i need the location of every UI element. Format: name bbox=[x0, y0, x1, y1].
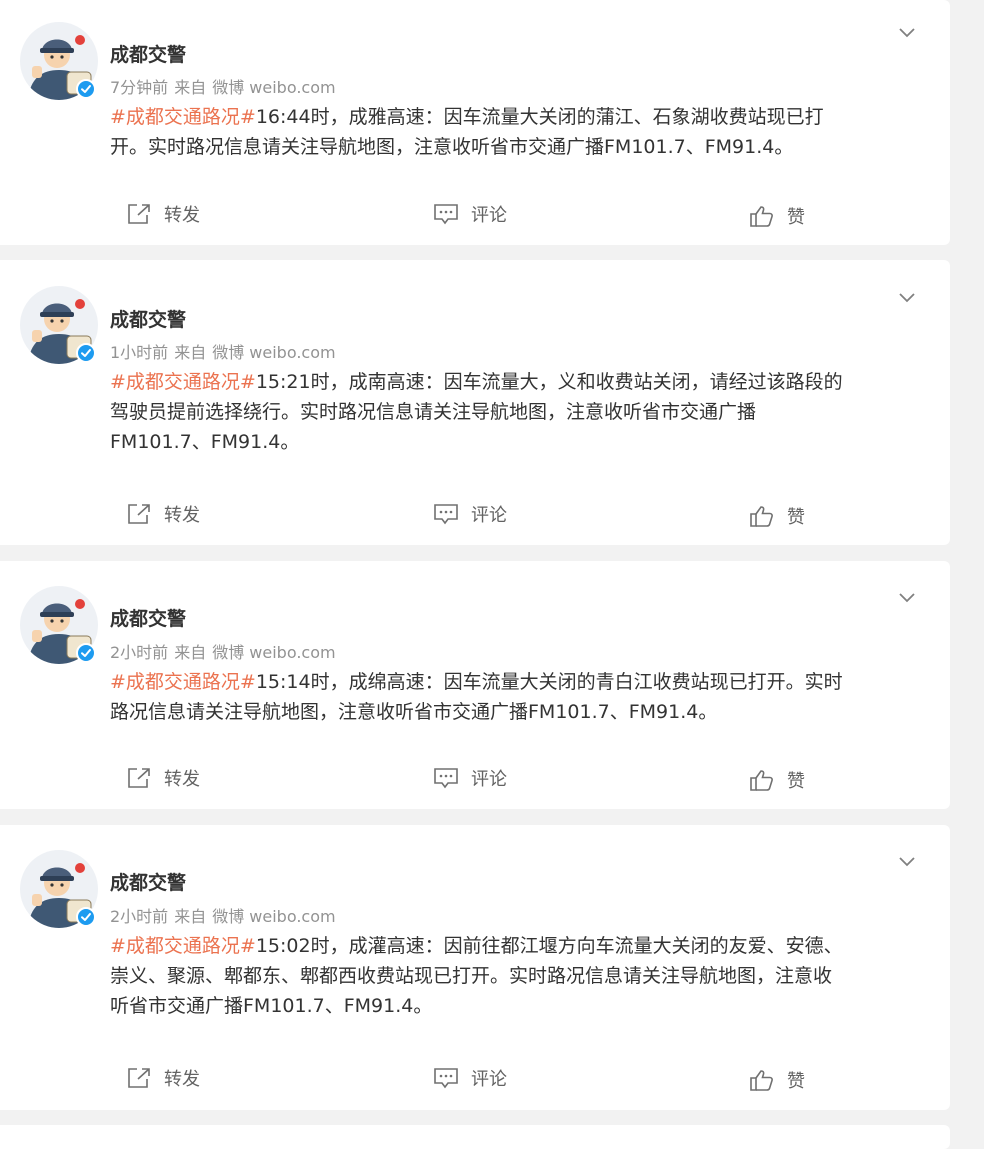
repost-label: 转发 bbox=[164, 1069, 200, 1090]
text-line: 驾驶员提前选择绕行。实时路况信息请关注导航地图，注意收听省市交通广播 bbox=[110, 401, 757, 423]
like-label: 赞 bbox=[787, 771, 805, 792]
repost-label: 转发 bbox=[164, 205, 200, 226]
text-line: 路况信息请关注导航地图，注意收听省市交通广播FM101.7、FM91.4。 bbox=[110, 701, 718, 723]
repost-icon bbox=[128, 768, 150, 788]
comment-icon bbox=[434, 768, 458, 789]
repost-label: 转发 bbox=[164, 505, 200, 526]
author-name[interactable]: 成都交警 bbox=[110, 305, 186, 332]
hashtag-link[interactable]: #成都交通路况# bbox=[110, 671, 256, 693]
post-time[interactable]: 7分钟前 bbox=[110, 78, 168, 97]
hashtag-link[interactable]: #成都交通路况# bbox=[110, 935, 256, 957]
post-meta: 2小时前 来自 微博 weibo.com bbox=[110, 639, 336, 663]
comment-label: 评论 bbox=[471, 1069, 507, 1090]
comment-button[interactable]: 评论 bbox=[433, 1066, 507, 1090]
text-line: 听省市交通广播FM101.7、FM91.4。 bbox=[110, 995, 433, 1017]
post-card: 成都交警 1小时前 来自 微博 weibo.com #成都交通路况#15:21时，成… bbox=[0, 260, 950, 545]
post-time[interactable]: 2小时前 bbox=[110, 907, 168, 926]
text-segment: 15:14时，成绵高速：因车流量大关闭的青白江收费站现已打开。实时 bbox=[255, 671, 843, 693]
repost-icon bbox=[128, 504, 150, 524]
post-card: 成都交警 2小时前 来自 微博 weibo.com #成都交通路况#15:02时，成… bbox=[0, 825, 950, 1110]
comment-icon bbox=[434, 1068, 458, 1089]
text-segment: 15:21时，成南高速：因车流量大，义和收费站关闭，请经过该路段的 bbox=[255, 371, 843, 393]
thumbs-up-icon bbox=[750, 206, 773, 227]
chevron-down-icon[interactable] bbox=[897, 25, 917, 39]
comment-button[interactable]: 评论 bbox=[433, 202, 507, 226]
verified-badge-icon bbox=[76, 79, 96, 99]
source-prefix: 来自 bbox=[174, 907, 207, 926]
thumbs-up-icon bbox=[750, 770, 773, 791]
comment-label: 评论 bbox=[471, 205, 507, 226]
post-source[interactable]: 微博 weibo.com bbox=[212, 78, 335, 97]
comment-icon bbox=[434, 204, 458, 225]
repost-button[interactable]: 转发 bbox=[126, 766, 200, 790]
repost-icon bbox=[128, 1068, 150, 1088]
post-card-partial bbox=[0, 1125, 950, 1149]
post-meta: 2小时前 来自 微博 weibo.com bbox=[110, 903, 336, 927]
like-button[interactable]: 赞 bbox=[749, 768, 805, 792]
like-label: 赞 bbox=[787, 207, 805, 228]
text-line: #成都交通路况#16:44时，成雅高速：因车流量大关闭的蒲江、石象湖收费站现已打 bbox=[110, 102, 920, 132]
post-time[interactable]: 1小时前 bbox=[110, 343, 168, 362]
post-card: 成都交警 2小时前 来自 微博 weibo.com #成都交通路况#15:14时，成… bbox=[0, 561, 950, 809]
repost-button[interactable]: 转发 bbox=[126, 502, 200, 526]
chevron-down-icon[interactable] bbox=[897, 290, 917, 304]
text-line: 开。实时路况信息请关注导航地图，注意收听省市交通广播FM101.7、FM91.4… bbox=[110, 136, 794, 158]
thumbs-up-icon bbox=[750, 506, 773, 527]
source-prefix: 来自 bbox=[174, 643, 207, 662]
post-meta: 1小时前 来自 微博 weibo.com bbox=[110, 339, 336, 363]
comment-label: 评论 bbox=[471, 505, 507, 526]
hashtag-link[interactable]: #成都交通路况# bbox=[110, 106, 256, 128]
post-text: #成都交通路况#16:44时，成雅高速：因车流量大关闭的蒲江、石象湖收费站现已打… bbox=[110, 102, 920, 162]
post-source[interactable]: 微博 weibo.com bbox=[212, 343, 335, 362]
post-source[interactable]: 微博 weibo.com bbox=[212, 907, 335, 926]
comment-label: 评论 bbox=[471, 769, 507, 790]
like-button[interactable]: 赞 bbox=[749, 204, 805, 228]
like-button[interactable]: 赞 bbox=[749, 504, 805, 528]
like-label: 赞 bbox=[787, 507, 805, 528]
verified-badge-icon bbox=[76, 907, 96, 927]
verified-badge-icon bbox=[76, 643, 96, 663]
text-line: FM101.7、FM91.4。 bbox=[110, 431, 300, 453]
like-button[interactable]: 赞 bbox=[749, 1068, 805, 1092]
text-segment: 16:44时，成雅高速：因车流量大关闭的蒲江、石象湖收费站现已打 bbox=[255, 106, 824, 128]
post-time[interactable]: 2小时前 bbox=[110, 643, 168, 662]
post-meta: 7分钟前 来自 微博 weibo.com bbox=[110, 74, 336, 98]
repost-button[interactable]: 转发 bbox=[126, 202, 200, 226]
post-text: #成都交通路况#15:21时，成南高速：因车流量大，义和收费站关闭，请经过该路段… bbox=[110, 367, 920, 457]
post-text: #成都交通路况#15:02时，成灌高速：因前往都江堰方向车流量大关闭的友爱、安德… bbox=[110, 931, 920, 1021]
post-text: #成都交通路况#15:14时，成绵高速：因车流量大关闭的青白江收费站现已打开。实… bbox=[110, 667, 920, 727]
thumbs-up-icon bbox=[750, 1070, 773, 1091]
text-line: #成都交通路况#15:02时，成灌高速：因前往都江堰方向车流量大关闭的友爱、安德… bbox=[110, 931, 920, 961]
source-prefix: 来自 bbox=[174, 78, 207, 97]
text-line: #成都交通路况#15:21时，成南高速：因车流量大，义和收费站关闭，请经过该路段… bbox=[110, 367, 920, 397]
comment-icon bbox=[434, 504, 458, 525]
repost-icon bbox=[128, 204, 150, 224]
like-label: 赞 bbox=[787, 1071, 805, 1092]
text-line: 崇义、聚源、郫都东、郫都西收费站现已打开。实时路况信息请关注导航地图，注意收 bbox=[110, 965, 833, 987]
post-source[interactable]: 微博 weibo.com bbox=[212, 643, 335, 662]
author-name[interactable]: 成都交警 bbox=[110, 40, 186, 67]
text-line: #成都交通路况#15:14时，成绵高速：因车流量大关闭的青白江收费站现已打开。实… bbox=[110, 667, 920, 697]
text-segment: 15:02时，成灌高速：因前往都江堰方向车流量大关闭的友爱、安德、 bbox=[255, 935, 843, 957]
comment-button[interactable]: 评论 bbox=[433, 502, 507, 526]
author-name[interactable]: 成都交警 bbox=[110, 868, 186, 895]
comment-button[interactable]: 评论 bbox=[433, 766, 507, 790]
chevron-down-icon[interactable] bbox=[897, 590, 917, 604]
repost-button[interactable]: 转发 bbox=[126, 1066, 200, 1090]
hashtag-link[interactable]: #成都交通路况# bbox=[110, 371, 256, 393]
author-name[interactable]: 成都交警 bbox=[110, 604, 186, 631]
repost-label: 转发 bbox=[164, 769, 200, 790]
chevron-down-icon[interactable] bbox=[897, 854, 917, 868]
verified-badge-icon bbox=[76, 343, 96, 363]
post-card: 成都交警 7分钟前 来自 微博 weibo.com #成都交通路况#16:44时，成… bbox=[0, 0, 950, 245]
source-prefix: 来自 bbox=[174, 343, 207, 362]
